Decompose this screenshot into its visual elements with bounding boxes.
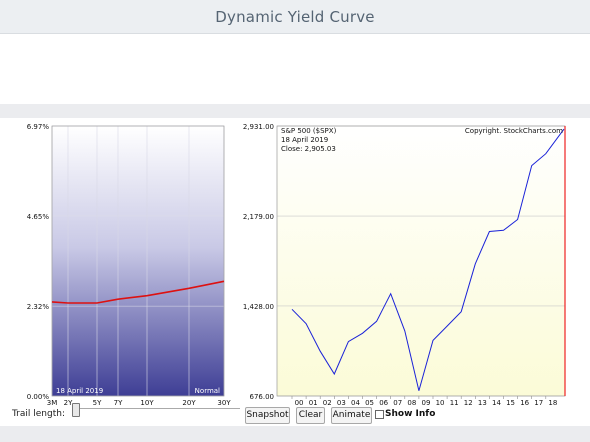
sp-close-label: Close: 2,905.03 — [281, 145, 336, 153]
trail-length-label: Trail length: — [12, 409, 65, 419]
yield-date-label: 18 April 2019 — [56, 387, 103, 395]
sp-y-ticks: 2,931.00 2,179.00 1,428.00 676.00 — [243, 123, 274, 401]
sp-y-tick-label: 1,428.00 — [243, 303, 274, 311]
page-title: Dynamic Yield Curve — [215, 8, 375, 26]
sp-y-tick-label: 2,179.00 — [243, 213, 274, 221]
controls-bar: Trail length: Snapshot Clear Animate Sho… — [0, 403, 590, 426]
sp-date-label: 18 April 2019 — [281, 136, 328, 144]
yield-y-tick-label: 6.97% — [27, 123, 50, 131]
snapshot-button[interactable]: Snapshot — [245, 407, 290, 424]
yield-plot-area — [52, 126, 224, 396]
animate-button[interactable]: Animate — [331, 407, 372, 424]
trail-length-slider-handle[interactable] — [72, 403, 80, 417]
sp-title: S&P 500 ($SPX) — [281, 127, 337, 135]
sp-y-tick-label: 2,931.00 — [243, 123, 274, 131]
sp-plot-area — [277, 126, 565, 396]
sp-y-tick-label: 676.00 — [250, 393, 275, 401]
trail-length-slider[interactable] — [72, 403, 240, 420]
yield-shape-label: Normal — [195, 387, 220, 395]
yield-chart: 6.97%4.65%2.32%0.00% 3M 2Y 5Y 7Y 10Y 20Y 30Y 1… — [27, 123, 232, 407]
yield-y-tick-label: 4.65% — [27, 213, 50, 221]
yield-curve-widget: 6.97% 4.65% 2.32% 0.00% 3M 2Y 5Y 7Y 10Y 20Y 30Y 1… — [0, 118, 590, 442]
show-info-checkbox[interactable] — [375, 410, 384, 419]
sp-copyright: Copyright. StockCharts.com — [465, 127, 563, 135]
blank-area — [0, 34, 590, 104]
charts-svg: 6.97%4.65%2.32%0.00% 3M 2Y 5Y 7Y 10Y 20Y 30Y 1… — [27, 123, 566, 407]
bottom-gap — [0, 426, 590, 442]
yield-y-tick-label: 2.32% — [27, 303, 50, 311]
show-info-label[interactable]: Show Info — [385, 409, 435, 419]
clear-button[interactable]: Clear — [296, 407, 325, 424]
title-bar: Dynamic Yield Curve — [0, 0, 590, 34]
sp500-chart: 2,931.002,179.001,428.00676.00 00 01 02 03 0… — [243, 123, 566, 407]
yield-y-ticks: 6.97%4.65%2.32%0.00% — [27, 123, 50, 401]
